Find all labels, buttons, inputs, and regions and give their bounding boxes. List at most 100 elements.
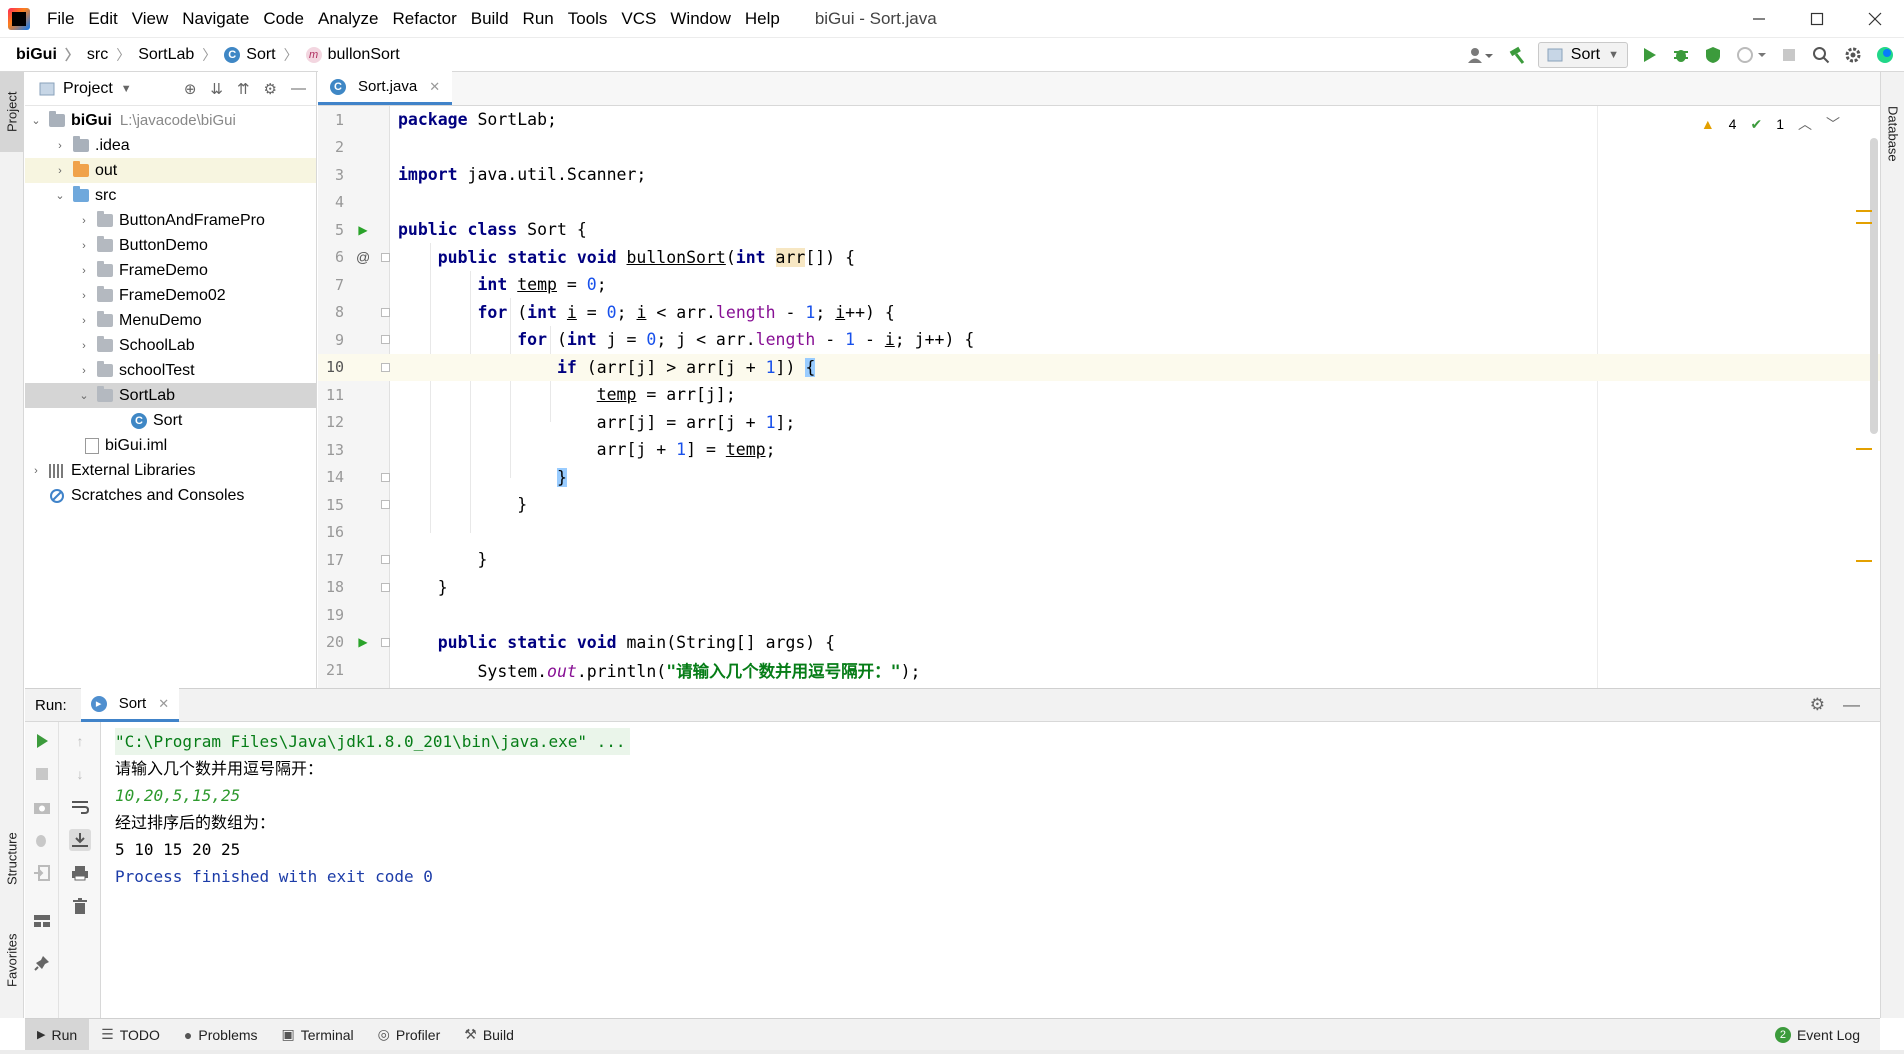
chevron-right-icon[interactable]: › bbox=[77, 215, 91, 227]
settings-button[interactable] bbox=[1842, 44, 1864, 66]
close-window-button[interactable] bbox=[1846, 0, 1904, 38]
rerun-button[interactable] bbox=[31, 730, 53, 752]
menu-file[interactable]: File bbox=[40, 0, 81, 38]
user-icon[interactable] bbox=[1464, 44, 1496, 66]
expand-all-icon[interactable]: ⇊ bbox=[210, 80, 223, 98]
login-button[interactable] bbox=[31, 862, 53, 884]
fold-marker-icon[interactable] bbox=[381, 362, 390, 372]
chevron-right-icon[interactable]: › bbox=[77, 340, 91, 352]
chevron-down-icon[interactable]: ⌄ bbox=[53, 189, 67, 202]
menu-refactor[interactable]: Refactor bbox=[385, 0, 463, 38]
fold-marker-icon[interactable] bbox=[381, 582, 390, 592]
stop-button[interactable] bbox=[1778, 44, 1800, 66]
hide-icon[interactable]: — bbox=[1843, 695, 1860, 715]
chevron-right-icon[interactable]: › bbox=[53, 165, 67, 177]
tree-item-root[interactable]: ⌄ biGui L:\javacode\biGui bbox=[25, 108, 316, 133]
chevron-down-icon[interactable]: ﹀ bbox=[1826, 114, 1840, 134]
annotation-gutter-icon[interactable]: @ bbox=[356, 249, 370, 265]
tree-item-package[interactable]: › FrameDemo02 bbox=[25, 283, 316, 308]
menu-help[interactable]: Help bbox=[738, 0, 787, 38]
chevron-right-icon[interactable]: › bbox=[53, 140, 67, 152]
tree-item-idea[interactable]: › .idea bbox=[25, 133, 316, 158]
project-panel-title[interactable]: Project bbox=[63, 80, 113, 98]
soft-wrap-button[interactable] bbox=[69, 796, 91, 818]
code-editor[interactable]: 1 package SortLab; 2 3 import java.util.… bbox=[318, 106, 1880, 688]
project-tool-tab[interactable]: Project bbox=[0, 72, 24, 152]
tree-item-package[interactable]: › MenuDemo bbox=[25, 308, 316, 333]
chevron-right-icon[interactable]: › bbox=[77, 315, 91, 327]
gear-icon[interactable]: ⚙ bbox=[1810, 695, 1825, 715]
tool-window-build[interactable]: ⚒ Build bbox=[452, 1019, 526, 1051]
fold-marker-icon[interactable] bbox=[381, 307, 390, 317]
tool-window-terminal[interactable]: ▣ Terminal bbox=[270, 1019, 366, 1051]
menu-analyze[interactable]: Analyze bbox=[311, 0, 385, 38]
tree-item-external-libraries[interactable]: › External Libraries bbox=[25, 458, 316, 483]
chevron-right-icon[interactable]: › bbox=[29, 465, 43, 477]
menu-navigate[interactable]: Navigate bbox=[175, 0, 256, 38]
fold-marker-icon[interactable] bbox=[381, 335, 390, 345]
breadcrumb-project[interactable]: biGui 〉 bbox=[0, 45, 79, 65]
debug-button[interactable] bbox=[1670, 44, 1692, 66]
tool-window-run[interactable]: ▶ Run bbox=[25, 1018, 90, 1051]
warning-stripe-mark[interactable] bbox=[1856, 210, 1872, 212]
menu-window[interactable]: Window bbox=[663, 0, 737, 38]
tree-item-scratches[interactable]: Scratches and Consoles bbox=[25, 483, 316, 508]
layout-button[interactable] bbox=[31, 910, 53, 932]
breadcrumb-package[interactable]: SortLab 〉 bbox=[130, 45, 216, 65]
menu-vcs[interactable]: VCS bbox=[614, 0, 663, 38]
menu-code[interactable]: Code bbox=[256, 0, 311, 38]
tree-item-iml[interactable]: biGui.iml bbox=[25, 433, 316, 458]
pin-button[interactable] bbox=[31, 952, 53, 974]
clear-all-button[interactable] bbox=[69, 895, 91, 917]
tool-window-problems[interactable]: ● Problems bbox=[172, 1019, 270, 1051]
chevron-right-icon[interactable]: › bbox=[77, 265, 91, 277]
tool-window-event-log[interactable]: 2 Event Log bbox=[1763, 1019, 1880, 1051]
database-tool-tab[interactable]: Database bbox=[1881, 84, 1904, 184]
scroll-to-end-button[interactable] bbox=[69, 829, 91, 851]
stop-button[interactable] bbox=[31, 763, 53, 785]
maximize-button[interactable] bbox=[1788, 0, 1846, 38]
chevron-right-icon[interactable]: › bbox=[77, 290, 91, 302]
gear-icon[interactable]: ⚙ bbox=[264, 80, 277, 98]
fold-marker-icon[interactable] bbox=[381, 637, 390, 647]
menu-run[interactable]: Run bbox=[516, 0, 561, 38]
collapse-all-icon[interactable]: ⇈ bbox=[237, 80, 250, 98]
fold-marker-icon[interactable] bbox=[381, 472, 390, 482]
chevron-down-icon[interactable]: ⌄ bbox=[29, 114, 43, 127]
run-gutter-icon[interactable]: ▶ bbox=[356, 223, 370, 237]
chevron-right-icon[interactable]: › bbox=[77, 240, 91, 252]
print-button[interactable] bbox=[69, 862, 91, 884]
profile-button[interactable] bbox=[1734, 44, 1768, 66]
structure-tool-tab[interactable]: Structure bbox=[0, 816, 24, 902]
run-button[interactable] bbox=[1638, 44, 1660, 66]
run-tab-sort[interactable]: ▸ Sort ✕ bbox=[80, 688, 180, 722]
warning-stripe-mark[interactable] bbox=[1856, 448, 1872, 450]
breadcrumb-class[interactable]: C Sort 〉 bbox=[216, 45, 298, 65]
run-gutter-icon[interactable]: ▶ bbox=[356, 635, 370, 649]
chevron-up-icon[interactable]: ︿ bbox=[1798, 114, 1812, 134]
menu-tools[interactable]: Tools bbox=[561, 0, 615, 38]
warning-stripe-mark[interactable] bbox=[1856, 560, 1872, 562]
breadcrumb-method[interactable]: m bullonSort bbox=[298, 46, 400, 64]
tree-item-package[interactable]: › FrameDemo bbox=[25, 258, 316, 283]
editor-scrollbar[interactable] bbox=[1870, 138, 1878, 434]
tool-window-todo[interactable]: ☰ TODO bbox=[89, 1019, 172, 1051]
close-tab-icon[interactable]: ✕ bbox=[158, 696, 169, 712]
tree-item-out[interactable]: › out bbox=[25, 158, 316, 183]
screenshot-button[interactable] bbox=[31, 796, 53, 818]
run-config-select[interactable]: Sort ▼ bbox=[1537, 42, 1628, 68]
locate-icon[interactable]: ⊕ bbox=[184, 80, 197, 98]
tree-item-src[interactable]: ⌄ src bbox=[25, 183, 316, 208]
tree-item-package[interactable]: › ButtonDemo bbox=[25, 233, 316, 258]
tool-window-profiler[interactable]: ◎ Profiler bbox=[366, 1019, 453, 1051]
chevron-right-icon[interactable]: › bbox=[77, 365, 91, 377]
tree-item-package-selected[interactable]: ⌄ SortLab bbox=[25, 383, 316, 408]
fold-marker-icon[interactable] bbox=[381, 500, 390, 510]
close-tab-icon[interactable]: ✕ bbox=[429, 79, 440, 95]
scroll-down-button[interactable]: ↓ bbox=[69, 763, 91, 785]
jetbrains-plugin-button[interactable] bbox=[1874, 44, 1896, 66]
breadcrumb-src[interactable]: src 〉 bbox=[79, 45, 130, 65]
hide-icon[interactable]: — bbox=[291, 80, 306, 98]
tree-item-package[interactable]: › SchoolLab bbox=[25, 333, 316, 358]
warning-stripe-mark[interactable] bbox=[1856, 222, 1872, 224]
